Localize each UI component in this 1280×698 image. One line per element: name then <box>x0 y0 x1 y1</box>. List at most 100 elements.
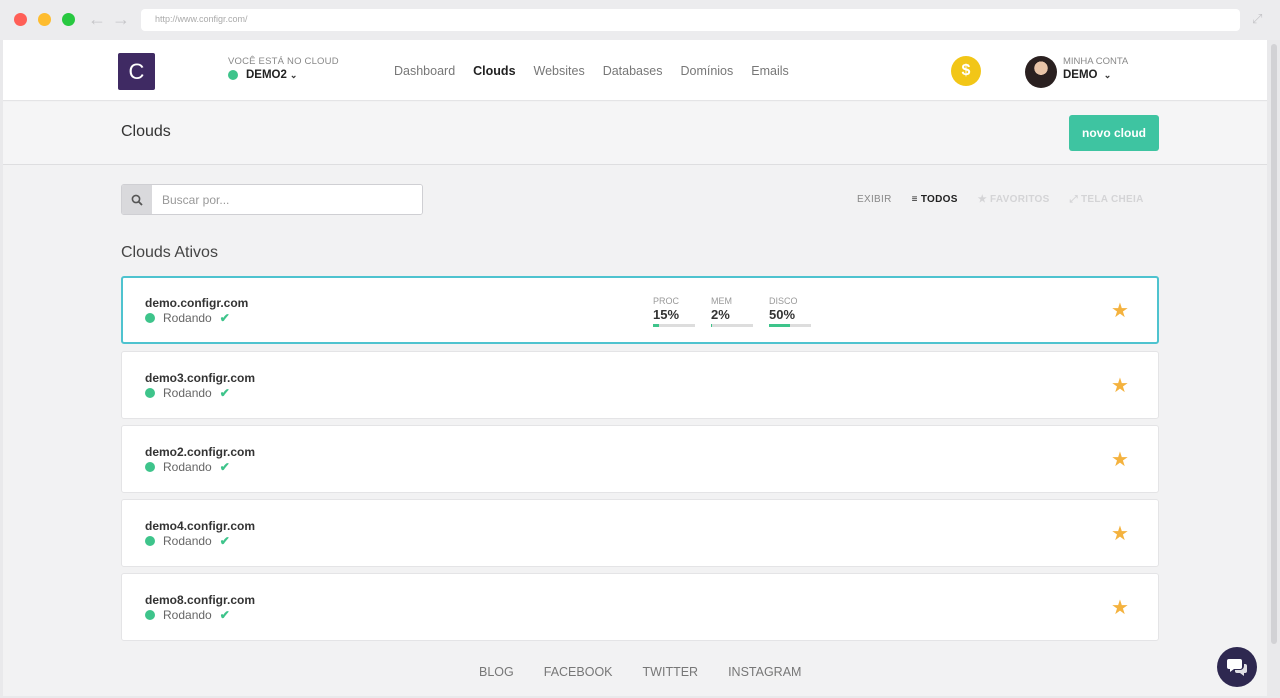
footer-link-twitter[interactable]: TWITTER <box>643 665 699 679</box>
account-value: DEMO <box>1063 69 1098 81</box>
cloud-status: Rodando ✔ <box>145 608 230 622</box>
cloud-selector-value-row[interactable]: DEMO2 ⌄ <box>228 69 339 81</box>
check-icon: ✔ <box>219 534 230 548</box>
cloud-host[interactable]: demo.configr.com <box>145 296 248 310</box>
list-icon: ≡ <box>911 194 921 205</box>
status-dot-icon <box>145 388 155 398</box>
chevron-down-icon: ⌄ <box>289 69 298 80</box>
cloud-status: Rodando ✔ <box>145 386 230 400</box>
cloud-status-text: Rodando <box>163 608 212 622</box>
status-dot-icon <box>145 610 155 620</box>
coin-icon[interactable]: $ <box>951 56 981 86</box>
metric-bar-fill <box>711 324 712 327</box>
avatar[interactable] <box>1025 56 1057 88</box>
nav-link-emails[interactable]: Emails <box>751 64 789 78</box>
filter-fullscreen[interactable]: ⤢ TELA CHEIA <box>1070 194 1144 205</box>
cloud-status-text: Rodando <box>163 534 212 548</box>
minimize-window-button[interactable] <box>38 13 51 26</box>
page-title: Clouds <box>121 123 171 140</box>
scrollbar[interactable] <box>1269 40 1279 696</box>
cloud-status: Rodando ✔ <box>145 460 230 474</box>
page-header: Clouds novo cloud <box>3 102 1267 165</box>
chevron-down-icon: ⌄ <box>1103 70 1112 80</box>
close-window-button[interactable] <box>14 13 27 26</box>
status-dot-icon <box>228 70 238 80</box>
cloud-status: Rodando ✔ <box>145 311 230 325</box>
account-value-row[interactable]: DEMO ⌄ <box>1063 69 1128 81</box>
cloud-host[interactable]: demo8.configr.com <box>145 593 255 607</box>
metric-bar <box>769 324 811 327</box>
cloud-selector-label: VOCÊ ESTÁ NO CLOUD <box>228 56 339 67</box>
cloud-host[interactable]: demo4.configr.com <box>145 519 255 533</box>
metric-bar-fill <box>769 324 790 327</box>
favorite-star-icon[interactable]: ★ <box>1111 298 1129 323</box>
favorite-star-icon[interactable]: ★ <box>1111 521 1129 546</box>
filter-favorites[interactable]: ★ FAVORITOS <box>978 194 1050 205</box>
metric-proc: PROC 15% <box>653 296 695 327</box>
cloud-card[interactable]: demo8.configr.com Rodando ✔ ★ <box>121 573 1159 641</box>
scrollbar-thumb[interactable] <box>1271 44 1277 644</box>
back-arrow-icon[interactable]: ← <box>88 9 106 29</box>
configr-logo[interactable]: C <box>118 53 155 90</box>
metric-value: 50% <box>769 307 796 322</box>
metric-mem: MEM 2% <box>711 296 753 327</box>
new-cloud-button[interactable]: novo cloud <box>1069 115 1159 151</box>
cloud-card[interactable]: demo3.configr.com Rodando ✔ ★ <box>121 351 1159 419</box>
cloud-status-text: Rodando <box>163 311 212 325</box>
search-box <box>121 184 423 215</box>
maximize-window-button[interactable] <box>62 13 75 26</box>
favorite-star-icon[interactable]: ★ <box>1111 595 1129 620</box>
footer-link-facebook[interactable]: FACEBOOK <box>544 665 613 679</box>
favorite-star-icon[interactable]: ★ <box>1111 373 1129 398</box>
check-icon: ✔ <box>219 311 230 325</box>
nav-link-databases[interactable]: Databases <box>603 64 663 78</box>
cloud-selector-value: DEMO2 <box>246 69 287 81</box>
metric-value: 2% <box>711 307 730 322</box>
filter-all-label: TODOS <box>920 194 958 205</box>
chat-icon[interactable] <box>1217 647 1257 687</box>
fullscreen-icon: ⤢ <box>1069 194 1081 205</box>
star-icon: ★ <box>977 194 991 205</box>
status-dot-icon <box>145 313 155 323</box>
footer-link-blog[interactable]: BLOG <box>479 665 514 679</box>
cloud-card[interactable]: demo4.configr.com Rodando ✔ ★ <box>121 499 1159 567</box>
footer-link-instagram[interactable]: INSTAGRAM <box>728 665 801 679</box>
address-bar[interactable]: http://www.configr.com/ <box>141 9 1240 31</box>
metric-label: PROC <box>653 296 680 306</box>
cloud-host[interactable]: demo2.configr.com <box>145 445 255 459</box>
account-menu[interactable]: MINHA CONTA DEMO ⌄ <box>1063 56 1128 81</box>
cloud-status-text: Rodando <box>163 460 212 474</box>
status-dot-icon <box>145 462 155 472</box>
nav-link-clouds[interactable]: Clouds <box>473 64 515 78</box>
cloud-metrics: PROC 15% MEM 2% DISCO 50% <box>653 296 811 327</box>
check-icon: ✔ <box>219 460 230 474</box>
favorite-star-icon[interactable]: ★ <box>1111 447 1129 472</box>
forward-arrow-icon[interactable]: → <box>112 9 130 29</box>
check-icon: ✔ <box>219 608 230 622</box>
nav-link-domains[interactable]: Domínios <box>680 64 733 78</box>
view-filters: EXIBIR ≡ TODOS ★ FAVORITOS ⤢ TELA CHEIA <box>857 194 1144 205</box>
metric-bar <box>653 324 695 327</box>
filter-all[interactable]: ≡ TODOS <box>912 194 958 205</box>
cloud-card[interactable]: demo2.configr.com Rodando ✔ ★ <box>121 425 1159 493</box>
search-input[interactable] <box>152 185 422 214</box>
filter-fullscreen-label: TELA CHEIA <box>1081 194 1144 205</box>
footer-links: BLOG FACEBOOK TWITTER INSTAGRAM <box>479 665 801 679</box>
main-nav: Dashboard Clouds Websites Databases Domí… <box>394 64 789 78</box>
check-icon: ✔ <box>219 386 230 400</box>
nav-link-websites[interactable]: Websites <box>534 64 585 78</box>
cloud-selector[interactable]: VOCÊ ESTÁ NO CLOUD DEMO2 ⌄ <box>228 56 339 81</box>
metric-label: DISCO <box>769 296 798 306</box>
cloud-host[interactable]: demo3.configr.com <box>145 371 255 385</box>
expand-icon[interactable]: ⤢ <box>1252 11 1262 27</box>
metric-disk: DISCO 50% <box>769 296 811 327</box>
account-label: MINHA CONTA <box>1063 56 1129 67</box>
cloud-status: Rodando ✔ <box>145 534 230 548</box>
search-icon[interactable] <box>122 185 152 214</box>
metric-value: 15% <box>653 307 680 322</box>
nav-link-dashboard[interactable]: Dashboard <box>394 64 455 78</box>
filter-favorites-label: FAVORITOS <box>990 194 1050 205</box>
filter-label: EXIBIR <box>857 194 892 205</box>
metric-label: MEM <box>711 296 732 306</box>
cloud-card[interactable]: demo.configr.com Rodando ✔ PROC 15% MEM … <box>121 276 1159 344</box>
